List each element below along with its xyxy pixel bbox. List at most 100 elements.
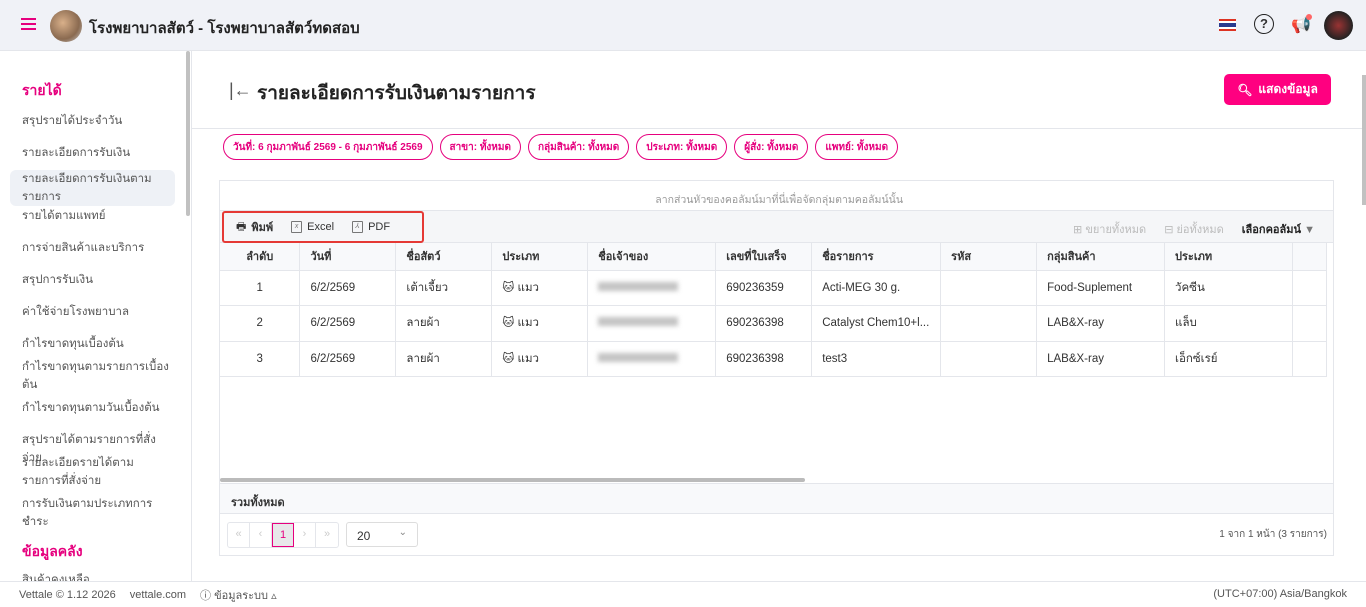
column-header[interactable]: ชื่อรายการ xyxy=(811,243,942,271)
expand-all-label: ขยายทั้งหมด xyxy=(1085,224,1147,236)
user-avatar[interactable] xyxy=(1324,11,1353,40)
blurred-owner-name xyxy=(598,281,679,291)
column-header[interactable]: ประเภท xyxy=(1164,243,1293,271)
page-size-select[interactable]: 20 ⌄ xyxy=(346,522,418,547)
blurred-owner-name xyxy=(598,352,679,362)
filter-chip-doctor[interactable]: แพทย์: ทั้งหมด xyxy=(815,134,899,160)
table-cell: Food-Suplement xyxy=(1036,270,1166,306)
table-row[interactable]: 2 6/2/2569 ลายผ้า 🐱 แมว 690236398 Catalyst Ch… xyxy=(220,305,1328,342)
footer: Vettale © 1.12 2026 vettale.com ⓘ ข้อมูล… xyxy=(0,581,1366,607)
system-info-label: ข้อมูลระบบ xyxy=(214,589,269,602)
sidebar-item[interactable]: กำไรขาดทุนตามรายการเบื้องต้น xyxy=(22,358,172,394)
table-cell: 🐱 แมว xyxy=(491,270,589,306)
menu-icon[interactable] xyxy=(21,18,36,30)
chevron-down-icon: ⌄ xyxy=(398,527,407,538)
table-cell: 6/2/2569 xyxy=(299,270,397,306)
table-row[interactable]: 3 6/2/2569 ลายผ้า 🐱 แมว 690236398 test3 LAB&X-… xyxy=(220,341,1328,377)
pdf-button[interactable]: ⅄ PDF xyxy=(352,221,390,233)
sidebar-item[interactable]: รายได้ตามแพทย์ xyxy=(22,207,172,225)
column-header[interactable]: ประเภท xyxy=(491,243,589,271)
filter-chip-branch[interactable]: สาขา: ทั้งหมด xyxy=(439,134,521,160)
table-cell: 690236359 xyxy=(715,270,813,306)
column-chooser-button[interactable]: เลือกคอลัมน์ ▼ xyxy=(1242,220,1315,238)
cat-icon: 🐱 xyxy=(502,352,518,365)
column-header[interactable]: วันที่ xyxy=(299,243,397,271)
table-cell: 3 xyxy=(220,341,301,377)
table-cell: 6/2/2569 xyxy=(299,341,397,377)
sidebar-item[interactable]: ค่าใช้จ่ายโรงพยาบาล xyxy=(22,303,172,321)
column-header[interactable]: ชื่อสัตว์ xyxy=(395,243,493,271)
sidebar-item[interactable]: กำไรขาดทุนเบื้องต้น xyxy=(22,335,172,353)
table-cell: เต้าเจี้ยว xyxy=(395,270,493,306)
last-page-button[interactable]: » xyxy=(316,523,338,547)
excel-button[interactable]: x Excel xyxy=(291,221,334,233)
prev-page-button[interactable]: ‹ xyxy=(250,523,272,547)
cat-icon: 🐱 xyxy=(502,281,518,294)
caret-down-icon: ▼ xyxy=(1304,224,1315,236)
print-button[interactable]: 🖶 พิมพ์ xyxy=(236,218,273,237)
sidebar-section-income: รายได้ xyxy=(22,82,62,98)
table-cell: Catalyst Chem10+l... xyxy=(811,305,942,342)
sidebar-scrollbar[interactable] xyxy=(186,51,190,216)
system-info-button[interactable]: ⓘ ข้อมูลระบบ ▵ xyxy=(200,586,277,604)
page-info: 1 จาก 1 หน้า (3 รายการ) xyxy=(1219,529,1327,540)
data-grid: ลากส่วนหัวของคอลัมน์มาที่นี่เพื่อจัดกลุ่… xyxy=(219,180,1334,556)
column-header[interactable]: ลำดับ xyxy=(220,243,301,271)
table-cell xyxy=(940,341,1038,377)
help-icon[interactable]: ? xyxy=(1254,14,1274,34)
table-cell: 690236398 xyxy=(715,305,813,342)
print-label: พิมพ์ xyxy=(251,222,274,234)
site-link[interactable]: vettale.com xyxy=(130,589,186,601)
back-arrow-icon[interactable]: |← xyxy=(229,80,252,101)
sidebar-item[interactable]: รายละเอียดการรับเงิน xyxy=(22,144,172,162)
page-button-current[interactable]: 1 xyxy=(272,523,294,547)
collapse-all-label: ย่อทั้งหมด xyxy=(1176,224,1224,236)
sidebar-item[interactable]: สินค้าคงเหลือ xyxy=(22,571,172,581)
table-cell: ลายผ้า xyxy=(395,341,493,377)
pagination: « ‹ 1 › » xyxy=(227,522,339,548)
table-cell xyxy=(940,270,1038,306)
sidebar-section-inventory: ข้อมูลคลัง xyxy=(22,543,83,559)
table-cell: 6/2/2569 xyxy=(299,305,397,342)
table-cell: เอ็กซ์เรย์ xyxy=(1164,341,1293,377)
thai-flag-icon[interactable] xyxy=(1219,19,1236,31)
sidebar-item[interactable]: การจ่ายสินค้าและบริการ xyxy=(22,239,172,257)
filter-chip-orderer[interactable]: ผู้สั่ง: ทั้งหมด xyxy=(734,134,809,160)
filter-chip-product-group[interactable]: กลุ่มสินค้า: ทั้งหมด xyxy=(527,134,630,160)
table-cell: 🐱 แมว xyxy=(491,305,589,342)
column-header[interactable]: รหัส xyxy=(940,243,1038,271)
group-panel[interactable]: ลากส่วนหัวของคอลัมน์มาที่นี่เพื่อจัดกลุ่… xyxy=(220,181,1333,211)
excel-label: Excel xyxy=(307,221,335,233)
pdf-label: PDF xyxy=(368,221,391,233)
next-page-button[interactable]: › xyxy=(294,523,316,547)
table-cell: test3 xyxy=(811,341,942,377)
excel-icon: x xyxy=(291,221,303,233)
collapse-all-button[interactable]: ⊟ ย่อทั้งหมด xyxy=(1164,220,1224,238)
sidebar: รายได้ สรุปรายได้ประจำวัน รายละเอียดการร… xyxy=(0,51,192,581)
horizontal-scrollbar[interactable] xyxy=(220,478,805,482)
show-data-button[interactable]: 🔍︎ แสดงข้อมูล xyxy=(1224,74,1331,105)
table-cell: แล็บ xyxy=(1164,305,1293,342)
sidebar-item[interactable]: สรุปรายได้ประจำวัน xyxy=(22,112,172,130)
main-scrollbar[interactable] xyxy=(1362,75,1366,205)
column-header[interactable]: กลุ่มสินค้า xyxy=(1036,243,1166,271)
column-header[interactable]: เลขที่ใบเสร็จ xyxy=(715,243,813,271)
table-cell-spacer xyxy=(1292,341,1328,377)
divider xyxy=(192,128,1362,129)
table-cell: 2 xyxy=(220,305,301,342)
app-title: โรงพยาบาลสัตว์ - โรงพยาบาลสัตว์ทดสอบ xyxy=(89,20,360,37)
sidebar-item-active[interactable]: รายละเอียดการรับเงินตามรายการ xyxy=(10,170,175,206)
expand-all-button[interactable]: ⊞ ขยายทั้งหมด xyxy=(1073,220,1146,238)
pet-type: แมว xyxy=(517,317,539,330)
sidebar-item[interactable]: รายละเอียดรายได้ตามรายการที่สั่งจ่าย xyxy=(22,454,172,490)
filter-chip-type[interactable]: ประเภท: ทั้งหมด xyxy=(636,134,728,160)
sidebar-item[interactable]: กำไรขาดทุนตามวันเบื้องต้น xyxy=(22,399,172,417)
sidebar-item[interactable]: การรับเงินตามประเภทการชำระ xyxy=(22,495,172,531)
first-page-button[interactable]: « xyxy=(228,523,250,547)
filter-chip-date[interactable]: วันที่: 6 กุมภาพันธ์ 2569 - 6 กุมภาพันธ์… xyxy=(223,134,433,160)
notification-dot xyxy=(1306,14,1312,20)
column-header[interactable]: ชื่อเจ้าของ xyxy=(587,243,717,271)
sidebar-item[interactable]: สรุปการรับเงิน xyxy=(22,271,172,289)
table-row[interactable]: 1 6/2/2569 เต้าเจี้ยว 🐱 แมว 690236359 Acti-ME… xyxy=(220,270,1328,306)
column-header-spacer xyxy=(1292,243,1328,271)
